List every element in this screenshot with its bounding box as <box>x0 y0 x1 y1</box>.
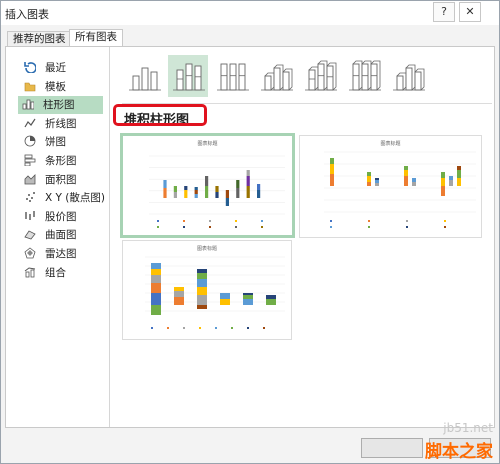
watermark-brand: 脚本之家 <box>425 442 493 462</box>
3d-100-stacked-column-icon <box>349 60 381 91</box>
help-button[interactable]: ? <box>433 2 455 22</box>
sidebar-item-pie-chart[interactable]: 饼图 <box>20 133 105 151</box>
3d-stacked-column-subtype-button[interactable] <box>300 55 340 97</box>
close-button[interactable]: ✕ <box>459 2 481 22</box>
tab-bar: 推荐的图表 所有图表 <box>1 25 499 73</box>
chart-preview-1[interactable]: 图表标题 <box>120 133 295 238</box>
sidebar-item-column-chart[interactable]: 柱形图 <box>18 96 103 115</box>
3d-clustered-column-subtype-button[interactable] <box>256 55 296 97</box>
clustered-column-subtype-button[interactable] <box>124 55 164 97</box>
stacked-column-subtype-button[interactable] <box>168 55 208 97</box>
sidebar-item-folder[interactable]: 模板 <box>20 78 105 96</box>
heading-highlight-marker <box>113 104 207 126</box>
watermark-site: jb51.net <box>443 421 493 435</box>
clustered-column-icon <box>129 67 161 91</box>
sidebar-item-area-chart[interactable]: 面积图 <box>20 171 105 189</box>
folder-icon <box>24 82 36 91</box>
pie-chart-icon <box>24 135 36 147</box>
100-stacked-column-subtype-button[interactable] <box>212 55 252 97</box>
tab-recommended-charts[interactable]: 推荐的图表 <box>7 31 72 47</box>
dialog-title: 插入图表 <box>5 8 49 21</box>
3d-column-subtype-button[interactable] <box>388 55 428 97</box>
sidebar-item-label: 股价图 <box>45 210 77 223</box>
sidebar-item-label: 饼图 <box>45 136 66 149</box>
sidebar-item-label: 最近 <box>45 62 66 74</box>
radar-chart-icon <box>24 247 36 259</box>
preview-chart-graphic <box>149 155 285 228</box>
3d-100-stacked-column-subtype-button[interactable] <box>344 55 384 97</box>
stacked-column-icon <box>173 63 205 91</box>
sidebar-item-combo-chart[interactable]: 组合 <box>20 264 105 282</box>
sidebar-item-radar-chart[interactable]: 雷达图 <box>20 245 105 263</box>
3d-stacked-column-icon <box>305 60 337 91</box>
sidebar-item-label: X Y (散点图) <box>45 192 105 205</box>
3d-clustered-column-icon <box>261 64 293 91</box>
chart-preview-3[interactable]: 图表标题 <box>122 240 292 340</box>
sidebar-item-line-chart[interactable]: 折线图 <box>20 115 105 133</box>
chart-category-list: 最近模板柱形图折线图饼图条形图面积图 X Y (散点图) 股价图曲面图雷达图组合 <box>6 47 110 427</box>
sidebar-item-label: 曲面图 <box>45 229 77 242</box>
column-chart-icon <box>22 99 34 110</box>
sidebar-item-surface-chart[interactable]: 曲面图 <box>20 226 105 244</box>
area-chart-icon <box>24 173 36 184</box>
sidebar-item-stock-chart[interactable]: 股价图 <box>20 208 105 226</box>
sidebar-item-bar-chart[interactable]: 条形图 <box>20 152 105 170</box>
preview-chart-graphic <box>145 256 285 329</box>
insert-chart-dialog: 插入图表 ? ✕ 推荐的图表 所有图表 最近模板柱形图折线图饼图条形图面积图 X … <box>0 0 500 464</box>
line-chart-icon <box>24 118 36 128</box>
sidebar-item-label: 模板 <box>45 80 66 93</box>
title-bar: 插入图表 ? ✕ <box>1 1 499 25</box>
combo-chart-icon <box>24 267 36 277</box>
100-stacked-column-icon <box>217 63 249 91</box>
sidebar-item-label: 条形图 <box>45 155 77 167</box>
chart-picker-panel: 最近 模板 柱形图 折线图 饼图 条形图 面积图 X Y (散点图) 股价图 曲面图 雷达图 组合 堆… <box>5 46 495 428</box>
chart-preview-2[interactable]: 图表标题 <box>299 135 482 238</box>
scatter-chart-icon <box>26 192 35 203</box>
sidebar-item-recent[interactable]: 最近 <box>20 59 105 77</box>
stock-chart-icon <box>25 210 35 220</box>
sidebar-item-label: 雷达图 <box>45 248 77 260</box>
ok-button[interactable] <box>361 438 423 458</box>
sidebar-item-label: 面积图 <box>45 173 77 186</box>
sidebar-item-label: 柱形图 <box>43 99 75 112</box>
sidebar-item-label: 折线图 <box>45 117 77 130</box>
3d-column-icon <box>393 64 425 91</box>
bar-chart-icon <box>24 154 36 166</box>
surface-chart-icon <box>24 230 36 240</box>
sidebar-item-label: 组合 <box>45 266 66 279</box>
sidebar-item-scatter-chart[interactable]: X Y (散点图) <box>20 189 105 207</box>
recent-icon <box>24 62 36 73</box>
preview-chart-graphic <box>324 151 476 228</box>
